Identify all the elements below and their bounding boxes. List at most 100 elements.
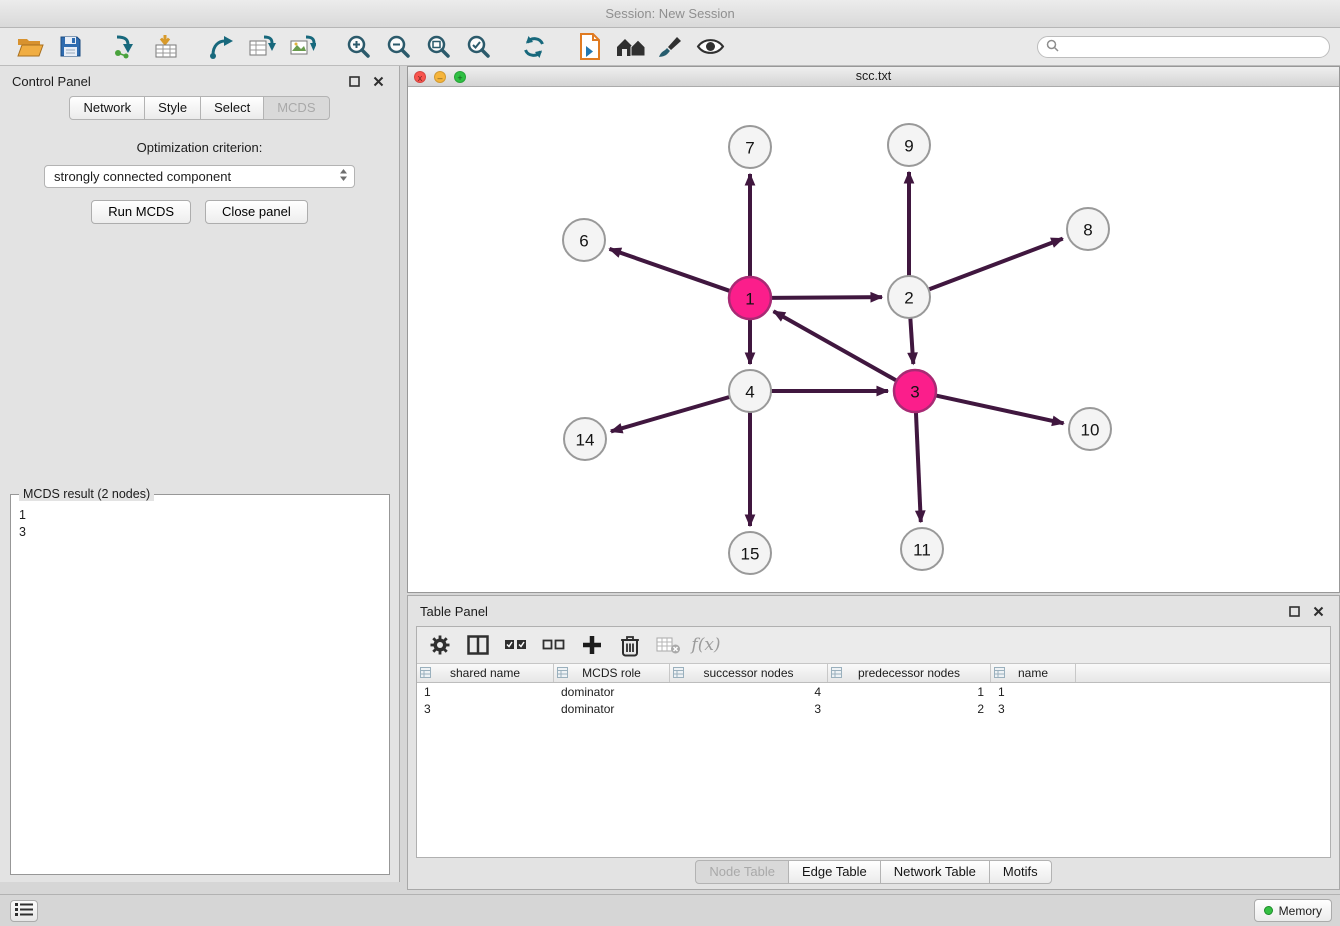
show-columns-icon[interactable]	[459, 630, 497, 660]
zoom-fit-icon[interactable]	[418, 31, 458, 63]
control-panel: Control Panel NetworkStyleSelectMCDS Opt…	[0, 66, 400, 882]
graph-node-6[interactable]: 6	[563, 219, 605, 261]
graph-edge-3-11[interactable]	[916, 412, 921, 522]
column-header-name[interactable]: name	[991, 664, 1076, 682]
memory-button[interactable]: Memory	[1254, 899, 1332, 922]
new-network-table-icon[interactable]	[242, 31, 282, 63]
search-input[interactable]	[1064, 40, 1321, 54]
mcds-result-title: MCDS result (2 nodes)	[19, 487, 154, 501]
export-image-icon[interactable]	[282, 31, 322, 63]
table-panel-title: Table Panel	[420, 604, 488, 619]
table-column-headers: shared name MCDS role successor nodesprede…	[417, 664, 1330, 683]
table-cell: dominator	[554, 702, 670, 716]
list-icon	[15, 903, 33, 919]
graph-node-9[interactable]: 9	[888, 124, 930, 166]
table-cell: 1	[828, 685, 991, 699]
graph-node-1[interactable]: 1	[729, 277, 771, 319]
float-panel-icon[interactable]	[345, 72, 363, 90]
table-panel-header: Table Panel	[408, 596, 1339, 626]
tab-node-table[interactable]: Node Table	[695, 860, 789, 884]
mcds-result-item[interactable]: 3	[19, 524, 381, 541]
graph-edge-1-2[interactable]	[771, 297, 882, 298]
tab-select[interactable]: Select	[200, 96, 264, 120]
graph-edge-3-1[interactable]	[774, 311, 897, 380]
table-row[interactable]: 1dominator411	[417, 683, 1330, 700]
search-icon	[1046, 39, 1059, 55]
minimize-window-icon[interactable]: –	[434, 71, 446, 83]
tab-mcds[interactable]: MCDS	[263, 96, 329, 120]
add-row-icon[interactable]	[573, 630, 611, 660]
column-attribute-icon	[831, 667, 842, 681]
graph-edge-2-8[interactable]	[929, 239, 1063, 290]
search-field[interactable]	[1037, 36, 1330, 58]
criterion-dropdown[interactable]: strongly connected component	[44, 165, 355, 188]
close-panel-button[interactable]: Close panel	[205, 200, 308, 224]
tab-motifs[interactable]: Motifs	[989, 860, 1052, 884]
open-file-icon[interactable]	[10, 31, 50, 63]
function-builder-icon[interactable]: f(x)	[687, 630, 725, 660]
dropdown-stepper-icon	[339, 168, 348, 185]
table-gear-icon[interactable]	[421, 630, 459, 660]
graph-node-11[interactable]: 11	[901, 528, 943, 570]
column-header-successor-nodes[interactable]: successor nodes	[670, 664, 828, 682]
graph-node-2[interactable]: 2	[888, 276, 930, 318]
close-table-panel-icon[interactable]	[1309, 602, 1327, 620]
table-panel-tabs: Node TableEdge TableNetwork TableMotifs	[408, 860, 1339, 884]
tab-network[interactable]: Network	[69, 96, 145, 120]
node-table-area: f(x) shared name MCDS role successor nodes…	[416, 626, 1331, 858]
column-header-shared-name[interactable]: shared name	[417, 664, 554, 682]
delete-row-icon[interactable]	[611, 630, 649, 660]
graph-edge-4-14[interactable]	[611, 397, 730, 432]
close-panel-icon[interactable]	[369, 72, 387, 90]
graph-edge-1-6[interactable]	[609, 249, 730, 291]
node-label: 6	[579, 232, 588, 251]
graph-node-3[interactable]: 3	[894, 370, 936, 412]
control-panel-tabs: NetworkStyleSelectMCDS	[0, 96, 399, 120]
export-network-icon[interactable]	[570, 31, 610, 63]
graph-edge-2-3[interactable]	[910, 318, 913, 364]
graph-node-14[interactable]: 14	[564, 418, 606, 460]
graph-node-4[interactable]: 4	[729, 370, 771, 412]
mcds-result-item[interactable]: 1	[19, 507, 381, 524]
table-cell: 3	[991, 702, 1076, 716]
column-header-predecessor-nodes[interactable]: predecessor nodes	[828, 664, 991, 682]
close-window-icon[interactable]: x	[414, 71, 426, 83]
status-menu-button[interactable]	[10, 900, 38, 922]
column-header-label: name	[1018, 666, 1048, 680]
delete-table-icon[interactable]	[649, 630, 687, 660]
network-window-title: scc.txt	[856, 69, 891, 83]
graph-node-8[interactable]: 8	[1067, 208, 1109, 250]
zoom-in-icon[interactable]	[338, 31, 378, 63]
graph-node-15[interactable]: 15	[729, 532, 771, 574]
zoom-selected-icon[interactable]	[458, 31, 498, 63]
table-row[interactable]: 3dominator323	[417, 700, 1330, 717]
graph-node-7[interactable]: 7	[729, 126, 771, 168]
graph-edge-3-10[interactable]	[936, 395, 1064, 423]
save-session-icon[interactable]	[50, 31, 90, 63]
network-from-url-icon[interactable]	[202, 31, 242, 63]
optimization-criterion-label: Optimization criterion:	[0, 140, 399, 155]
tab-style[interactable]: Style	[144, 96, 201, 120]
run-mcds-button[interactable]: Run MCDS	[91, 200, 191, 224]
home-overview-icon[interactable]	[610, 31, 650, 63]
zoom-out-icon[interactable]	[378, 31, 418, 63]
column-attribute-icon	[557, 667, 568, 681]
network-graph-canvas[interactable]: 7 9 6 8 1 2 4 3 14 10 15 11	[408, 87, 1339, 591]
node-label: 7	[745, 139, 754, 158]
apply-style-icon[interactable]	[650, 31, 690, 63]
deselect-all-columns-icon[interactable]	[535, 630, 573, 660]
select-all-columns-icon[interactable]	[497, 630, 535, 660]
table-cell: 1	[991, 685, 1076, 699]
show-details-icon[interactable]	[690, 31, 730, 63]
graph-node-10[interactable]: 10	[1069, 408, 1111, 450]
float-table-panel-icon[interactable]	[1285, 602, 1303, 620]
tab-edge-table[interactable]: Edge Table	[788, 860, 881, 884]
refresh-view-icon[interactable]	[514, 31, 554, 63]
tab-network-table[interactable]: Network Table	[880, 860, 990, 884]
column-header-MCDS-role[interactable]: MCDS role	[554, 664, 670, 682]
maximize-window-icon[interactable]: +	[454, 71, 466, 83]
criterion-selected-value: strongly connected component	[54, 169, 339, 184]
column-header-label: MCDS role	[582, 666, 641, 680]
import-table-icon[interactable]	[146, 31, 186, 63]
import-network-icon[interactable]	[106, 31, 146, 63]
